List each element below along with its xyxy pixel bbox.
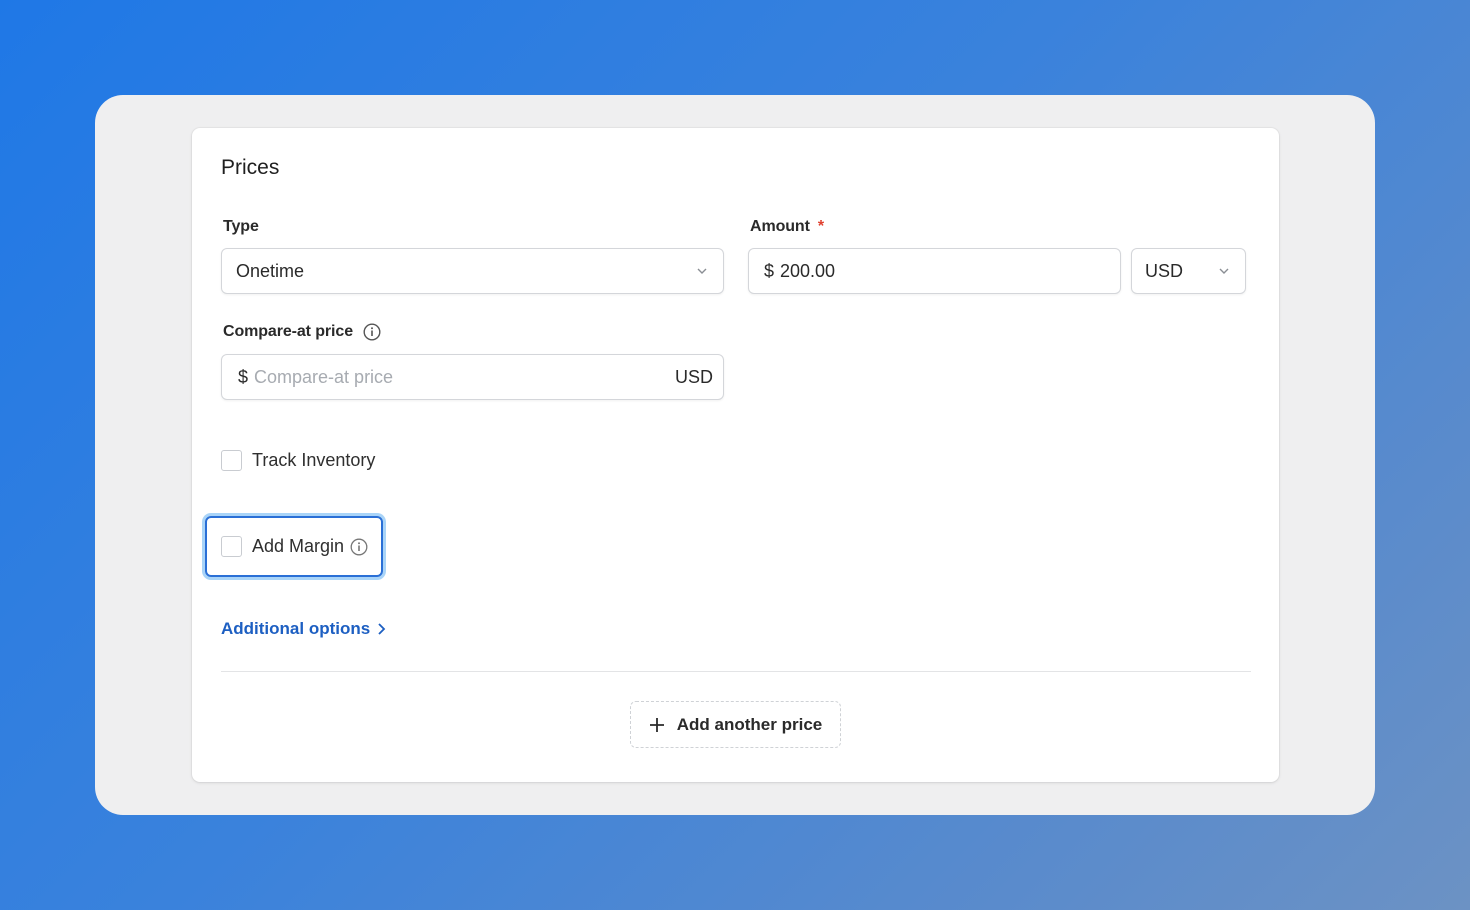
- chevron-right-icon: [378, 623, 386, 635]
- amount-value: 200.00: [780, 260, 836, 281]
- track-inventory-option[interactable]: Track Inventory: [221, 450, 375, 471]
- compare-label: Compare-at price: [223, 323, 381, 341]
- amount-label: Amount *: [750, 218, 824, 236]
- outer-card: Prices Type Onetime Amount * $ 200.00 USD…: [95, 95, 1375, 815]
- amount-currency-symbol: $: [764, 260, 775, 281]
- additional-options-label: Additional options: [221, 619, 371, 638]
- currency-select[interactable]: USD: [1131, 248, 1246, 294]
- add-another-price-button[interactable]: Add another price: [630, 701, 841, 748]
- divider: [221, 671, 1251, 672]
- required-mark: *: [817, 218, 824, 235]
- additional-options-link[interactable]: Additional options: [221, 619, 386, 639]
- chevron-down-icon: [1219, 268, 1229, 274]
- add-margin-checkbox[interactable]: [221, 536, 242, 557]
- add-another-price-label: Add another price: [676, 714, 823, 734]
- chevron-down-icon: [697, 268, 707, 274]
- section-title: Prices: [221, 156, 280, 179]
- amount-input[interactable]: $ 200.00: [748, 248, 1121, 294]
- add-margin-label: Add Margin: [252, 536, 345, 556]
- amount-label-text: Amount: [750, 218, 810, 235]
- plus-icon: [649, 717, 664, 732]
- info-icon[interactable]: [363, 323, 381, 341]
- info-icon[interactable]: [350, 538, 368, 556]
- compare-label-text: Compare-at price: [223, 323, 353, 340]
- currency-select-value: USD: [1145, 260, 1184, 281]
- compare-currency-code: USD: [674, 366, 713, 387]
- track-inventory-label: Track Inventory: [252, 450, 376, 470]
- track-inventory-checkbox[interactable]: [221, 450, 242, 471]
- add-margin-option[interactable]: Add Margin: [221, 536, 368, 557]
- prices-panel: Prices Type Onetime Amount * $ 200.00 USD…: [192, 128, 1279, 782]
- type-label: Type: [223, 218, 259, 235]
- type-select[interactable]: Onetime: [221, 248, 724, 294]
- type-select-value: Onetime: [236, 260, 305, 281]
- compare-price-input[interactable]: $ Compare-at price USD: [221, 354, 724, 400]
- compare-currency-symbol: $: [238, 366, 249, 387]
- compare-price-placeholder: Compare-at price: [254, 366, 394, 387]
